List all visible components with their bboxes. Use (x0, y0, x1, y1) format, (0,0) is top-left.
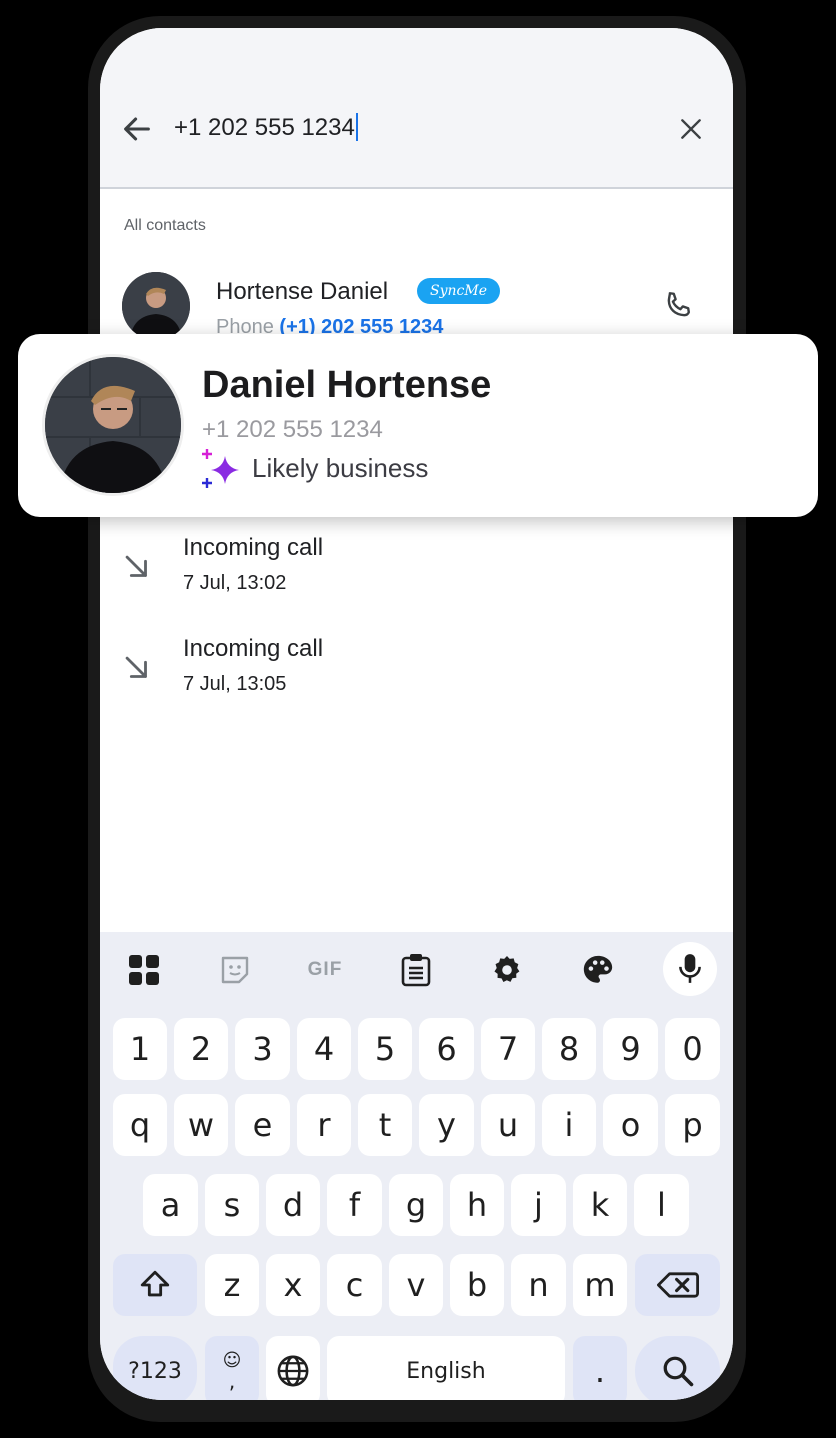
incoming-call-icon (125, 555, 147, 577)
key-i[interactable]: i (542, 1094, 596, 1156)
section-label: All contacts (124, 217, 206, 234)
key-0[interactable]: 0 (665, 1018, 720, 1080)
key-y[interactable]: y (419, 1094, 474, 1156)
emoji-icon: ☺ (222, 1350, 242, 1371)
key-m[interactable]: m (573, 1254, 627, 1316)
call-log-item[interactable]: Incoming call 7 Jul, 13:05 (100, 629, 733, 709)
caller-id-card[interactable]: Daniel Hortense +1 202 555 1234 Likely b… (18, 334, 818, 517)
key-8[interactable]: 8 (542, 1018, 596, 1080)
key-w[interactable]: w (174, 1094, 228, 1156)
key-x[interactable]: x (266, 1254, 320, 1316)
sparkle-icon (202, 449, 239, 488)
contact-name: Hortense Daniel (216, 278, 389, 305)
key-u[interactable]: u (481, 1094, 535, 1156)
key-e[interactable]: e (235, 1094, 290, 1156)
key-2[interactable]: 2 (174, 1018, 228, 1080)
key-f[interactable]: f (327, 1174, 382, 1236)
key-j[interactable]: j (511, 1174, 566, 1236)
language-key[interactable] (266, 1336, 320, 1400)
avatar (122, 272, 190, 340)
key-d[interactable]: d (266, 1174, 320, 1236)
key-1[interactable]: 1 (113, 1018, 167, 1080)
key-3[interactable]: 3 (235, 1018, 290, 1080)
key-g[interactable]: g (389, 1174, 443, 1236)
key-s[interactable]: s (205, 1174, 259, 1236)
call-title: Incoming call (183, 635, 324, 662)
shift-icon (140, 1270, 170, 1297)
gif-button[interactable]: GIF (297, 944, 353, 996)
key-6[interactable]: 6 (419, 1018, 474, 1080)
shift-key[interactable] (113, 1254, 197, 1316)
key-4[interactable]: 4 (297, 1018, 351, 1080)
backspace-icon (656, 1272, 699, 1298)
key-k[interactable]: k (573, 1174, 627, 1236)
clipboard-icon[interactable] (388, 944, 444, 996)
key-l[interactable]: l (634, 1174, 689, 1236)
search-header: +1 202 555 1234 (100, 28, 733, 189)
sticker-icon[interactable] (207, 944, 263, 996)
key-r[interactable]: r (297, 1094, 351, 1156)
caller-phone: +1 202 555 1234 (202, 416, 383, 443)
phone-screen: +1 202 555 1234 All contacts Hortense Da… (100, 28, 733, 1400)
call-time: 7 Jul, 13:05 (183, 673, 287, 695)
space-key[interactable]: English (327, 1336, 565, 1400)
call-title: Incoming call (183, 534, 324, 561)
symbols-key[interactable]: ?123 (113, 1336, 197, 1400)
caller-name: Daniel Hortense (202, 364, 492, 406)
palette-icon[interactable] (570, 944, 626, 996)
search-icon (663, 1356, 693, 1387)
incoming-call-icon (125, 656, 147, 678)
key-c[interactable]: c (327, 1254, 382, 1316)
comma-label: , (228, 1369, 236, 1393)
key-n[interactable]: n (511, 1254, 566, 1316)
key-t[interactable]: t (358, 1094, 412, 1156)
key-p[interactable]: p (665, 1094, 720, 1156)
call-log-item[interactable]: Incoming call 7 Jul, 13:02 (100, 528, 733, 608)
mic-icon[interactable] (663, 942, 717, 996)
key-7[interactable]: 7 (481, 1018, 535, 1080)
back-arrow-icon[interactable] (120, 112, 154, 146)
caller-avatar (42, 354, 184, 496)
period-key[interactable]: . (573, 1336, 627, 1400)
key-v[interactable]: v (389, 1254, 443, 1316)
search-query: +1 202 555 1234 (174, 114, 355, 141)
caller-tag: Likely business (252, 453, 429, 483)
search-key[interactable] (635, 1336, 720, 1400)
backspace-key[interactable] (635, 1254, 720, 1316)
keyboard: GIF 1 2 3 4 5 6 7 8 9 0 q w e r t y u i … (100, 932, 733, 1400)
key-q[interactable]: q (113, 1094, 167, 1156)
search-input[interactable]: +1 202 555 1234 (174, 113, 358, 142)
key-h[interactable]: h (450, 1174, 504, 1236)
globe-icon (277, 1355, 309, 1387)
settings-icon[interactable] (479, 944, 535, 996)
close-icon[interactable] (678, 116, 704, 142)
text-caret (355, 113, 358, 142)
apps-icon[interactable] (116, 944, 172, 996)
key-z[interactable]: z (205, 1254, 259, 1316)
call-time: 7 Jul, 13:02 (183, 572, 287, 594)
phone-icon[interactable] (660, 288, 696, 324)
syncme-badge: SyncMe (417, 278, 500, 304)
emoji-key[interactable]: ☺ , (205, 1336, 259, 1400)
key-b[interactable]: b (450, 1254, 504, 1316)
key-5[interactable]: 5 (358, 1018, 412, 1080)
key-a[interactable]: a (143, 1174, 198, 1236)
key-9[interactable]: 9 (603, 1018, 658, 1080)
key-o[interactable]: o (603, 1094, 658, 1156)
